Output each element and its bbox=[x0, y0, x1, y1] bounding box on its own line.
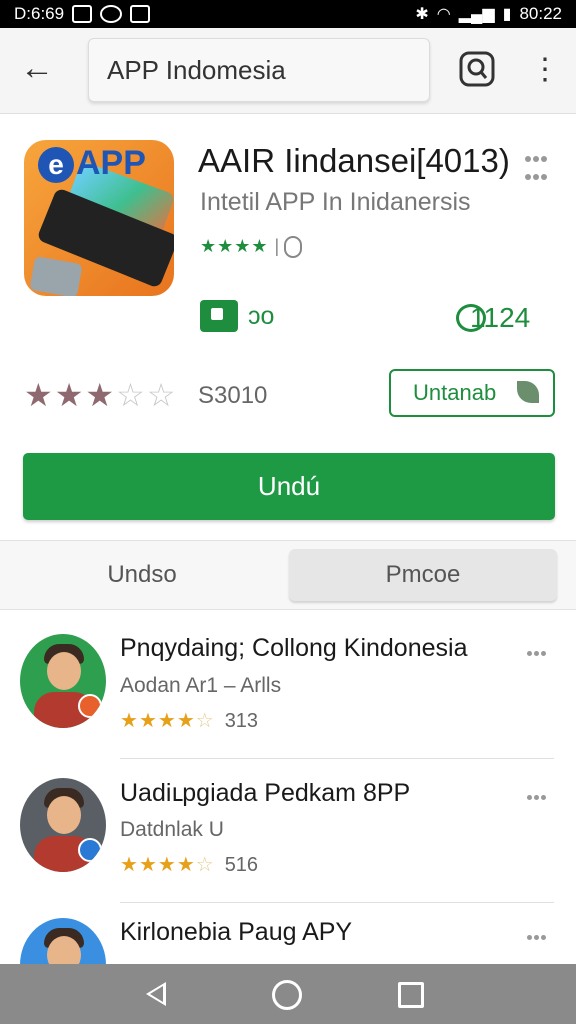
location-icon bbox=[284, 236, 303, 259]
list-item-rating-count: 313 bbox=[224, 710, 259, 732]
tabs-bar: Undso Pmcoe bbox=[0, 540, 576, 610]
bluetooth-icon: ✱ bbox=[415, 6, 429, 23]
header-more-icon[interactable] bbox=[524, 150, 554, 180]
message-icon bbox=[100, 5, 123, 23]
status-right: ✱ ◠ ▂▄▆ ▮ 80:22 bbox=[415, 4, 562, 24]
list-item-title: Kirlonebia Paug APY bbox=[120, 918, 353, 946]
list-item-subtitle: Aodan Ar1 – Arlls bbox=[120, 674, 282, 697]
search-icon bbox=[459, 51, 495, 87]
status-time-right: 80:22 bbox=[519, 4, 562, 23]
wifi-icon: ◠ bbox=[436, 6, 451, 23]
app-bar: ← APP Indomesia ⋮ bbox=[0, 28, 576, 114]
more-options-button[interactable]: ⋮ bbox=[530, 50, 560, 90]
more-horizontal-icon[interactable] bbox=[526, 928, 554, 940]
status-time-left: D:6:69 bbox=[14, 4, 65, 23]
download-badge-icon bbox=[200, 300, 238, 332]
gallery-icon bbox=[130, 5, 151, 23]
secondary-action-button[interactable]: Untanab bbox=[389, 369, 555, 417]
notification-icon bbox=[72, 5, 93, 23]
small-stars: ★★★★ bbox=[200, 236, 269, 256]
app-icon: e APP bbox=[24, 140, 174, 296]
list-divider bbox=[120, 758, 554, 759]
list-item[interactable]: Uadiւpgiada Pedkam 8PP Datdnlak U ★★★★☆ 516 bbox=[0, 778, 576, 918]
app-icon-device bbox=[29, 256, 83, 296]
tab-first[interactable]: Undso bbox=[20, 549, 264, 601]
app-icon-label: e APP bbox=[38, 144, 146, 183]
list-item[interactable]: Pnqydaing; Collong Kindonesia Aodan Ar1 –… bbox=[0, 634, 576, 774]
list-item-rating-count: 516 bbox=[224, 854, 259, 876]
nav-recents-icon[interactable] bbox=[398, 982, 424, 1008]
more-horizontal-icon[interactable] bbox=[526, 644, 554, 656]
list-item-subtitle: Datdnlak U bbox=[120, 818, 224, 841]
status-bar: D:6:69 ✱ ◠ ▂▄▆ ▮ 80:22 bbox=[0, 0, 576, 28]
signal-icon: ▂▄▆ bbox=[458, 6, 495, 23]
list-item-rating: ★★★★☆ 516 bbox=[120, 852, 258, 877]
avatar-badge-icon bbox=[78, 838, 102, 862]
list-item-stars: ★★★★☆ bbox=[120, 710, 215, 732]
battery-icon: ▮ bbox=[502, 6, 512, 23]
app-developer: Intetil APP In Inidanersis bbox=[200, 188, 471, 216]
review-count: 1124 bbox=[470, 302, 531, 333]
search-button[interactable] bbox=[458, 50, 496, 88]
rating-star[interactable]: ☆ bbox=[147, 377, 178, 413]
avatar-badge-icon bbox=[78, 694, 102, 718]
list-item-title: Uadiւpgiada Pedkam 8PP bbox=[120, 779, 411, 807]
app-avatar bbox=[20, 778, 106, 872]
list-item-rating: ★★★★☆ 313 bbox=[120, 708, 258, 733]
tab-second[interactable]: Pmcoe bbox=[289, 549, 557, 601]
download-count: ɔo bbox=[248, 302, 275, 330]
rating-star[interactable]: ★ bbox=[24, 377, 55, 413]
more-horizontal-icon[interactable] bbox=[526, 788, 554, 800]
install-button[interactable]: Undú bbox=[23, 453, 555, 520]
nav-home-icon[interactable] bbox=[272, 980, 302, 1010]
rating-text: S3010 bbox=[198, 382, 268, 409]
arrow-left-icon: ← bbox=[20, 49, 54, 87]
back-button[interactable]: ← bbox=[20, 50, 60, 90]
rating-star[interactable]: ★ bbox=[55, 377, 86, 413]
more-vertical-icon: ⋮ bbox=[530, 53, 560, 86]
app-title: AAIR Iindansei[4013) bbox=[198, 142, 510, 179]
rating-stars[interactable]: ★★★☆☆ bbox=[24, 376, 177, 414]
list-item-stars: ★★★★☆ bbox=[120, 854, 215, 876]
rating-star[interactable]: ★ bbox=[85, 377, 116, 413]
leaf-icon bbox=[517, 381, 539, 403]
rating-star[interactable]: ☆ bbox=[116, 377, 147, 413]
status-left: D:6:69 bbox=[14, 4, 151, 24]
list-item-title: Pnqydaing; Collong Kindonesia bbox=[120, 634, 468, 662]
secondary-action-label: Untanab bbox=[413, 380, 497, 405]
search-input[interactable]: APP Indomesia bbox=[88, 38, 430, 102]
list-divider bbox=[120, 902, 554, 903]
small-rating: ★★★★ | bbox=[200, 236, 303, 259]
nav-back-icon[interactable] bbox=[146, 982, 166, 1006]
navigation-bar bbox=[0, 964, 576, 1024]
app-avatar bbox=[20, 634, 106, 728]
